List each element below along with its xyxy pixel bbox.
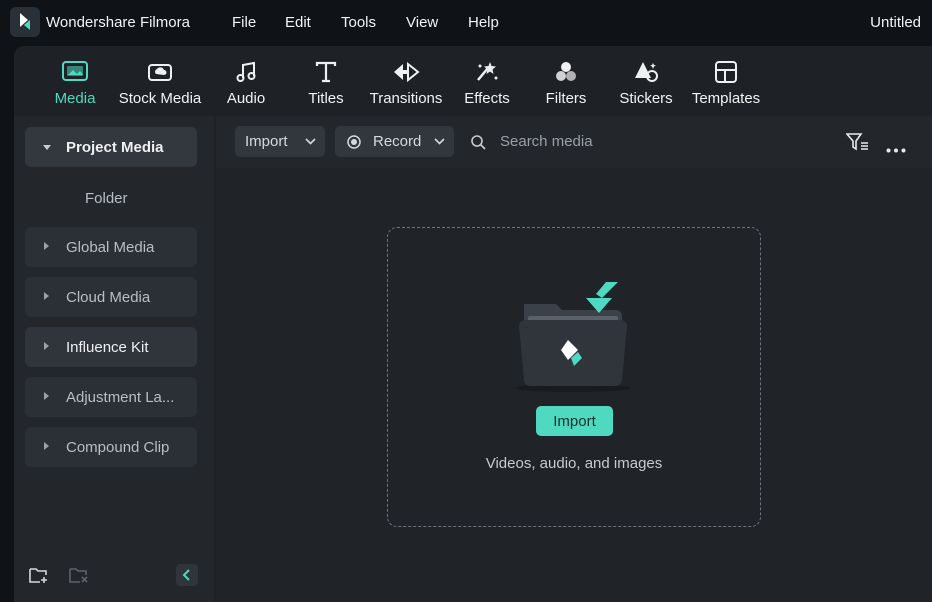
- new-folder-icon[interactable]: [29, 566, 49, 589]
- sidebar-item-label: Compound Clip: [66, 439, 170, 456]
- chevron-right-icon: [44, 442, 49, 450]
- title-bar: Wondershare Filmora File Edit Tools View…: [0, 0, 932, 46]
- tab-effects-label: Effects: [464, 90, 510, 107]
- import-dropdown[interactable]: Import: [235, 126, 325, 157]
- editor-panel: Media Stock Media Audio Titles Transitio…: [14, 46, 932, 602]
- tab-templates[interactable]: Templates: [692, 58, 760, 110]
- stock-media-icon: [145, 58, 175, 86]
- filter-sort-icon[interactable]: [845, 132, 870, 157]
- library-toolbar: Import Record: [216, 116, 932, 168]
- tab-stock-media[interactable]: Stock Media: [118, 58, 202, 110]
- tab-transitions[interactable]: Transitions: [369, 58, 443, 110]
- sidebar-item-adjustment-layer[interactable]: Adjustment La...: [25, 377, 197, 417]
- transitions-icon: [391, 58, 421, 86]
- chevron-left-icon: [182, 569, 190, 581]
- tab-transitions-label: Transitions: [369, 90, 443, 107]
- tab-audio-label: Audio: [226, 90, 266, 107]
- sidebar-item-compound-clip[interactable]: Compound Clip: [25, 427, 197, 467]
- media-sidebar: Project Media Folder Global Media Cloud …: [14, 116, 214, 602]
- menu-edit[interactable]: Edit: [285, 14, 311, 31]
- menu-file[interactable]: File: [232, 14, 256, 31]
- menu-tools[interactable]: Tools: [341, 14, 376, 31]
- chevron-down-icon: [43, 145, 51, 150]
- tab-filters-label: Filters: [545, 90, 587, 107]
- tab-effects[interactable]: Effects: [464, 58, 510, 110]
- sidebar-item-label: Project Media: [66, 139, 164, 156]
- sidebar-item-folder[interactable]: Folder: [85, 190, 128, 207]
- tab-templates-label: Templates: [691, 90, 761, 107]
- filters-icon: [551, 58, 581, 86]
- sidebar-item-label: Global Media: [66, 239, 155, 256]
- folder-import-icon: [516, 282, 631, 392]
- sidebar-item-cloud-media[interactable]: Cloud Media: [25, 277, 197, 317]
- tab-media-label: Media: [54, 90, 96, 107]
- chevron-down-icon: [434, 138, 445, 145]
- app-name: Wondershare Filmora: [46, 14, 190, 31]
- media-library: Import Record Search media Import Videos…: [216, 116, 932, 602]
- chevron-right-icon: [44, 242, 49, 250]
- search-input[interactable]: [478, 126, 778, 157]
- tab-audio[interactable]: Audio: [224, 58, 268, 110]
- text-icon: [311, 58, 341, 86]
- stickers-icon: [631, 58, 661, 86]
- menu-view[interactable]: View: [406, 14, 438, 31]
- more-options-icon[interactable]: [886, 140, 906, 158]
- tab-media[interactable]: Media: [52, 58, 98, 110]
- tab-stock-media-label: Stock Media: [118, 90, 202, 107]
- record-icon: [347, 134, 361, 149]
- tab-stickers-label: Stickers: [619, 90, 673, 107]
- tab-titles-label: Titles: [308, 90, 344, 107]
- asset-toolbar: Media Stock Media Audio Titles Transitio…: [14, 46, 932, 116]
- sidebar-item-project-media[interactable]: Project Media: [25, 127, 197, 167]
- filmora-logo-icon: [10, 7, 40, 37]
- chevron-down-icon: [305, 138, 316, 145]
- sidebar-item-label: Adjustment La...: [66, 389, 175, 406]
- music-note-icon: [231, 58, 261, 86]
- sidebar-item-global-media[interactable]: Global Media: [25, 227, 197, 267]
- project-title: Untitled: [870, 14, 921, 31]
- effects-icon: [472, 58, 502, 86]
- chevron-right-icon: [44, 292, 49, 300]
- tab-filters[interactable]: Filters: [544, 58, 588, 110]
- tab-titles[interactable]: Titles: [304, 58, 348, 110]
- chevron-right-icon: [44, 342, 49, 350]
- record-dropdown[interactable]: Record: [335, 126, 454, 157]
- sidebar-item-label: Influence Kit: [66, 339, 149, 356]
- sidebar-item-influence-kit[interactable]: Influence Kit: [25, 327, 197, 367]
- record-dropdown-label: Record: [373, 133, 422, 150]
- menu-help[interactable]: Help: [468, 14, 499, 31]
- collapse-sidebar-button[interactable]: [176, 564, 198, 586]
- drop-zone-hint: Videos, audio, and images: [485, 455, 663, 472]
- sidebar-item-label: Cloud Media: [66, 289, 151, 306]
- media-icon: [60, 58, 90, 86]
- templates-icon: [711, 58, 741, 86]
- import-button[interactable]: Import: [536, 406, 613, 436]
- chevron-right-icon: [44, 392, 49, 400]
- tab-stickers[interactable]: Stickers: [618, 58, 674, 110]
- import-dropdown-label: Import: [245, 133, 288, 150]
- delete-folder-icon[interactable]: [69, 566, 89, 589]
- import-drop-zone[interactable]: Import Videos, audio, and images: [387, 227, 761, 527]
